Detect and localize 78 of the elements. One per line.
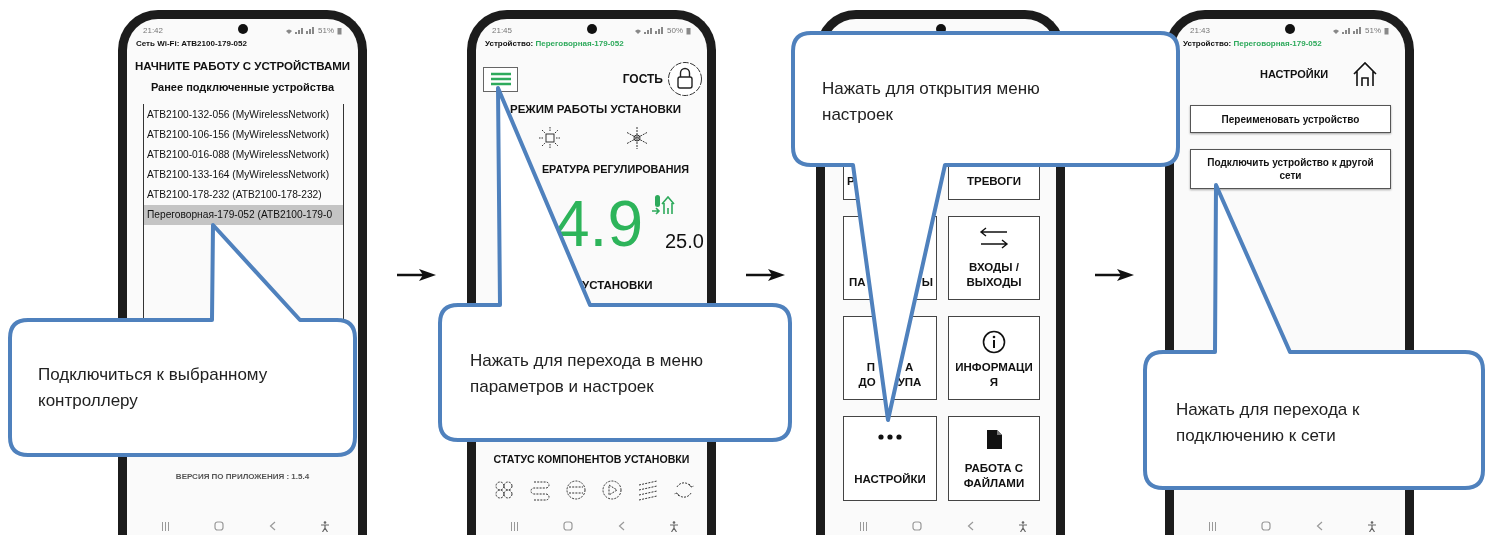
snowflake-icon[interactable] [625, 126, 649, 150]
back-icon[interactable] [268, 521, 276, 531]
menu-button[interactable] [483, 66, 518, 92]
info-icon [982, 330, 1006, 354]
accessibility-icon[interactable] [668, 520, 679, 532]
back-icon[interactable] [617, 521, 625, 531]
lock-icon[interactable] [667, 61, 703, 97]
home-icon[interactable] [1352, 61, 1379, 87]
device-list-item[interactable]: ATB2100-132-056 (MyWirelessNetwork) [144, 105, 343, 125]
menu-tile[interactable]: ТРЕВОГИ [948, 166, 1040, 200]
thermometer-icon [650, 194, 675, 216]
status-time: 21:45 [492, 25, 513, 37]
recents-icon[interactable] [161, 521, 171, 531]
callout-text: Нажать для перехода в меню параметров и настроек [470, 350, 705, 398]
battery-icon [1384, 27, 1389, 35]
more-icon [878, 434, 902, 440]
version-label: ВЕРСИЯ ПО ПРИЛОЖЕНИЯ : 1.5.4 [174, 471, 311, 483]
callout-text: Нажать для открытия меню настроек [822, 78, 1041, 126]
device-list-item[interactable]: ATB2100-106-156 (MyWirelessNetwork) [144, 125, 343, 145]
device-name: Переговорная-179-052 [535, 39, 624, 48]
device-name: Переговорная-179-052 [1233, 39, 1322, 48]
battery-icon [337, 27, 342, 35]
temperature-reading: 4.9 [554, 192, 643, 256]
battery-level: 50% [667, 25, 683, 37]
device-list-item[interactable]: ATB2100-178-232 (ATB2100-178-232) [144, 185, 343, 205]
front-camera [237, 24, 248, 34]
coil-icon [529, 479, 551, 501]
device-label: Устройство: [1183, 39, 1232, 48]
signal-icon [285, 27, 315, 35]
menu-tile[interactable]: РАБОТА С ФАЙЛАМИ [948, 416, 1040, 501]
section-title: УСТАНОВКИ [582, 278, 654, 292]
user-label: ГОСТЬ [622, 71, 663, 88]
accessibility-icon[interactable] [319, 520, 330, 532]
back-icon[interactable] [966, 521, 974, 531]
status-time: 21:42 [143, 25, 164, 37]
play-icon [601, 479, 623, 501]
file-icon [986, 430, 1002, 449]
sun-icon[interactable] [538, 126, 562, 150]
callout-text: Подключиться к выбранному контроллеру [38, 364, 269, 412]
section-title: РЕЖИМ РАБОТЫ УСТАНОВКИ [508, 102, 682, 116]
recents-icon[interactable] [510, 521, 520, 531]
recents-icon[interactable] [1208, 521, 1218, 531]
arrow-icon [746, 267, 786, 283]
menu-tile[interactable]: НАСТРОЙКИ [843, 416, 937, 501]
front-camera [586, 24, 597, 34]
wifi-label: Сеть Wi-Fi: ATB2100-179-052 [135, 39, 248, 49]
device-list-item[interactable]: ATB2100-016-088 (MyWirelessNetwork) [144, 145, 343, 165]
callout-text: Нажать для перехода к подключению к сети [1176, 399, 1361, 447]
fan-icon [493, 479, 515, 501]
section-title: ЕРАТУРА РЕГУЛИРОВАНИЯ [540, 162, 690, 176]
battery-level: 51% [1365, 25, 1381, 37]
accessibility-icon[interactable] [1017, 520, 1028, 532]
refresh-icon [673, 479, 695, 501]
screen-subtitle: Ранее подключенные устройства [149, 81, 336, 94]
menu-icon [489, 72, 512, 86]
settings-button[interactable]: Подключить устройство к другой сети [1190, 149, 1391, 189]
menu-tile[interactable]: ВХОДЫ / ВЫХОДЫ [948, 216, 1040, 300]
menu-tile[interactable]: ИНФОРМАЦИ Я [948, 316, 1040, 400]
recents-icon[interactable] [859, 521, 869, 531]
settings-button[interactable]: Переименовать устройство [1190, 105, 1391, 133]
arrow-icon [397, 267, 437, 283]
screen-title: НАСТРОЙКИ [1260, 66, 1329, 82]
accessibility-icon[interactable] [1366, 520, 1377, 532]
device-list-item[interactable]: Переговорная-179-052 (ATB2100-179-0 [144, 205, 343, 225]
status-time: 21:43 [1190, 25, 1211, 37]
back-icon[interactable] [1315, 521, 1323, 531]
arrow-icon [1095, 267, 1135, 283]
signal-icon [634, 27, 664, 35]
battery-icon [686, 27, 691, 35]
arrows-icon [979, 227, 1009, 249]
device-list-item[interactable]: ATB2100-133-164 (MyWirelessNetwork) [144, 165, 343, 185]
setpoint-reading: 25.0 [664, 230, 704, 252]
battery-level: 51% [318, 25, 334, 37]
section-title: СТАТУС КОМПОНЕНТОВ УСТАНОВКИ [492, 453, 691, 465]
signal-icon [1332, 27, 1362, 35]
device-label: Устройство: [485, 39, 534, 48]
front-camera [1284, 24, 1295, 34]
screen-title: НАЧНИТЕ РАБОТУ С УСТРОЙСТВАМИ [133, 60, 352, 73]
